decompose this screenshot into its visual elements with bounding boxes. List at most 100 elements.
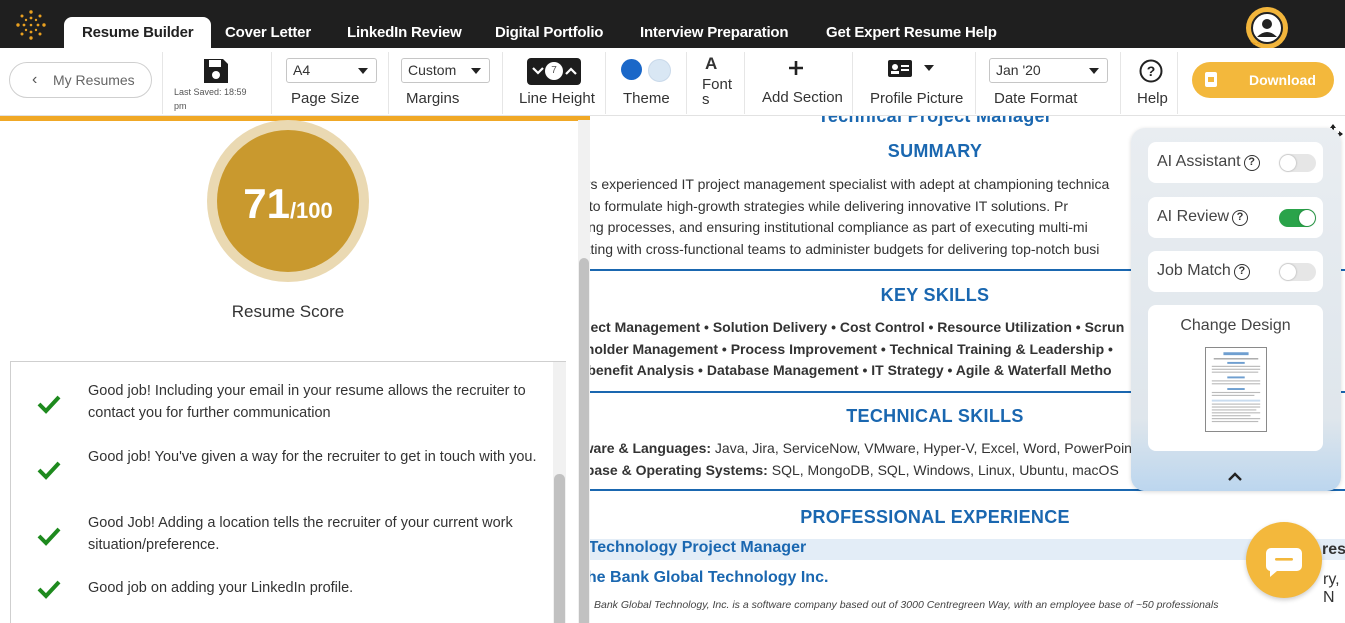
checkmark-icon	[37, 461, 61, 480]
job-match-label: Job Match?	[1157, 262, 1250, 280]
theme-color-light[interactable]	[648, 59, 671, 82]
top-navigation: Resume Builder Cover Letter LinkedIn Rev…	[0, 0, 1345, 49]
scrollbar-thumb[interactable]	[554, 474, 565, 623]
tab-linkedin-review[interactable]: LinkedIn Review	[347, 17, 462, 48]
chat-button[interactable]	[1246, 522, 1322, 598]
tab-cover-letter[interactable]: Cover Letter	[225, 17, 311, 48]
page-size-value: A4	[293, 62, 311, 78]
profile-picture-label[interactable]: Profile Picture	[870, 90, 963, 107]
resume-score-label: Resume Score	[231, 302, 345, 321]
editor-toolbar: ‹ My Resumes Last Saved: 18:59 pm A4 Pag…	[0, 48, 1345, 116]
panel-scrollbar[interactable]	[578, 120, 590, 623]
company-name[interactable]: che Bank Global Technology Inc.	[590, 569, 828, 587]
last-saved-text: Last Saved: 18:59 pm	[174, 87, 247, 111]
company-description[interactable]: Bank Global Technology, Inc. is a softwa…	[594, 599, 1218, 611]
divider	[852, 52, 853, 114]
key-skills-line[interactable]: eholder Management • Process Improvement…	[590, 341, 1113, 357]
page-size-select[interactable]: A4	[286, 58, 377, 83]
line-height-label: Line Height	[519, 90, 595, 107]
ai-review-toggle[interactable]	[1279, 209, 1316, 227]
brand-logo-icon[interactable]	[14, 8, 48, 42]
checkmark-icon	[37, 527, 61, 546]
divider	[975, 52, 976, 114]
ai-review-card[interactable]: AI Review?	[1148, 197, 1323, 238]
fonts-label[interactable]: Fonts	[702, 77, 736, 107]
score-value: 71	[243, 180, 290, 227]
feedback-text: Good job on adding your LinkedIn profile…	[88, 580, 354, 596]
my-resumes-button[interactable]: ‹ My Resumes	[9, 62, 152, 98]
resume-score-badge: 71/100	[217, 130, 359, 272]
section-title-experience[interactable]: PROFESSIONAL EXPERIENCE	[590, 507, 1300, 528]
key-skills-line[interactable]: t-benefit Analysis • Database Management…	[590, 362, 1112, 378]
date-format-select[interactable]: Jan '20	[989, 58, 1108, 83]
date-format-value: Jan '20	[996, 62, 1041, 78]
job-dates-partial[interactable]: ry, N	[1323, 571, 1345, 607]
help-label[interactable]: Help	[1137, 90, 1168, 107]
tab-resume-builder[interactable]: Resume Builder	[64, 17, 212, 48]
chevron-down-icon[interactable]	[532, 66, 544, 76]
line-height-stepper[interactable]: 7	[527, 58, 581, 85]
checklist-scrollbar[interactable]	[553, 362, 566, 623]
chat-bubble-icon	[1265, 548, 1302, 577]
job-location-partial[interactable]: res	[1322, 541, 1345, 559]
toggle-knob	[1299, 210, 1315, 226]
tech-skills-value: Java, Jira, ServiceNow, VMware, Hyper-V,…	[711, 440, 1136, 456]
divider	[744, 52, 745, 114]
change-design-label: Change Design	[1180, 317, 1291, 334]
template-thumbnail[interactable]	[1205, 347, 1267, 432]
chevron-up-icon[interactable]	[565, 66, 577, 76]
score-max: /100	[289, 198, 333, 223]
fonts-icon[interactable]: A	[705, 54, 717, 74]
theme-color-blue[interactable]	[621, 59, 642, 80]
change-design-card[interactable]: Change Design	[1148, 305, 1323, 451]
key-skills-line[interactable]: oject Management • Solution Delivery • C…	[590, 319, 1124, 335]
ai-assistant-card[interactable]: AI Assistant?	[1148, 142, 1323, 183]
question-icon[interactable]: ?	[1232, 210, 1249, 226]
margins-value: Custom	[408, 62, 457, 78]
feedback-text: Good Job! Adding a location tells the re…	[88, 515, 513, 553]
tech-skills-label: tware & Languages:	[590, 440, 712, 456]
margins-label: Margins	[406, 90, 460, 107]
tab-expert-resume-help[interactable]: Get Expert Resume Help	[826, 17, 997, 48]
divider	[271, 52, 272, 114]
margins-select[interactable]: Custom	[401, 58, 490, 83]
caret-down-icon	[1089, 68, 1099, 74]
caret-down-icon[interactable]	[924, 65, 934, 71]
divider	[162, 52, 163, 114]
caret-down-icon	[358, 68, 368, 74]
divider	[1120, 52, 1121, 114]
resume-headline[interactable]: Technical Project Manager	[590, 116, 1300, 127]
ai-tools-panel: AI Assistant? AI Review? Job Match? Chan…	[1131, 128, 1341, 491]
download-button[interactable]: Download	[1192, 62, 1334, 98]
help-icon[interactable]: ?	[1139, 59, 1163, 83]
save-icon[interactable]	[202, 57, 230, 85]
feedback-text: Good job! Including your email in your r…	[88, 383, 526, 421]
plus-icon[interactable]	[788, 60, 804, 76]
user-icon	[1250, 12, 1283, 45]
chevron-up-icon[interactable]	[1227, 470, 1243, 484]
job-title[interactable]: r Technology Project Manager	[590, 539, 806, 557]
svg-text:?: ?	[1147, 63, 1156, 79]
resume-score-ring: 71/100	[207, 120, 369, 282]
id-card-icon[interactable]	[888, 60, 912, 77]
feedback-text: Good job! You've given a way for the rec…	[88, 449, 537, 465]
toggle-knob	[1280, 155, 1296, 171]
tab-interview-preparation[interactable]: Interview Preparation	[640, 17, 789, 48]
divider	[686, 52, 687, 114]
add-section-button[interactable]: Add Section	[762, 89, 843, 106]
scrollbar-thumb[interactable]	[579, 258, 589, 623]
question-icon[interactable]: ?	[1233, 264, 1250, 280]
job-match-toggle[interactable]	[1279, 263, 1316, 281]
tab-digital-portfolio[interactable]: Digital Portfolio	[495, 17, 603, 48]
checkmark-icon	[37, 580, 61, 599]
job-match-card[interactable]: Job Match?	[1148, 251, 1323, 292]
divider	[388, 52, 389, 114]
question-icon[interactable]: ?	[1243, 155, 1260, 171]
toggle-knob	[1280, 264, 1296, 280]
divider	[1177, 52, 1178, 114]
caret-down-icon	[471, 68, 481, 74]
user-avatar[interactable]	[1246, 7, 1288, 49]
ai-assistant-toggle[interactable]	[1279, 154, 1316, 172]
feedback-checklist: Good job! Including your email in your r…	[10, 361, 566, 623]
theme-label: Theme	[623, 90, 670, 107]
